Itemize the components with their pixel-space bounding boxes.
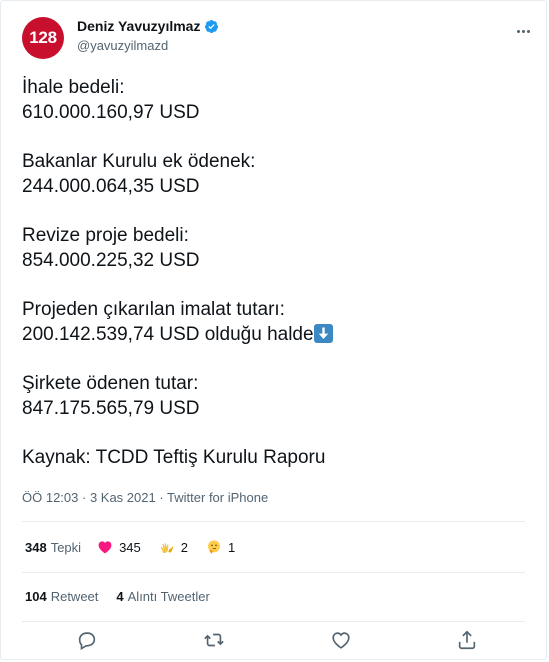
tweet-paragraph: Projeden çıkarılan imalat tutarı: 200.14…: [22, 298, 522, 347]
tweet-line: 200.142.539,74 USD olduğu halde: [22, 323, 314, 345]
action-bar: [1, 629, 549, 653]
avatar-text: 128: [29, 28, 57, 47]
dot: [516, 29, 520, 33]
retweet-label[interactable]: Retweet: [51, 589, 99, 604]
tweet-meta: ÖÖ 12:03 · 3 Kas 2021 · Twitter for iPho…: [22, 490, 268, 505]
author-name[interactable]: Deniz Yavuzyılmaz: [77, 18, 200, 34]
dot: [521, 29, 525, 33]
separator-dot: ·: [78, 490, 90, 505]
thinking-count: 1: [228, 539, 236, 555]
reactions-row[interactable]: 348 Tepki 345 2 1: [25, 539, 253, 555]
tweet-paragraph: Şirkete ödenen tutar: 847.175.565,79 USD: [22, 373, 200, 419]
tweet-source[interactable]: Twitter for iPhone: [167, 490, 268, 505]
retweets-row: 104 Retweet 4 Alıntı Tweetler: [25, 589, 228, 604]
avatar[interactable]: 128: [22, 17, 64, 59]
tweet-card: 128 Deniz Yavuzyılmaz @yavuzyilmazd İhal…: [0, 0, 547, 660]
verified-badge-icon: [205, 19, 219, 33]
reply-icon[interactable]: [76, 629, 98, 651]
tweet-line: Projeden çıkarılan imalat tutarı:: [22, 299, 285, 320]
heart-reaction[interactable]: 345: [97, 539, 141, 555]
author-handle[interactable]: @yavuzyilmazd: [77, 38, 168, 53]
divider: [22, 572, 525, 573]
tweet-text: İhale bedeli: 610.000.160,97 USD Bakanla…: [22, 76, 522, 496]
thinking-reaction[interactable]: 1: [206, 539, 235, 555]
retweet-count[interactable]: 104: [25, 589, 47, 604]
tweet-date[interactable]: 3 Kas 2021: [90, 490, 156, 505]
reaction-total-count: 348: [25, 539, 47, 555]
quote-count[interactable]: 4: [116, 589, 123, 604]
tweet-time[interactable]: ÖÖ 12:03: [22, 490, 78, 505]
divider: [22, 521, 525, 522]
quote-label[interactable]: Alıntı Tweetler: [128, 589, 210, 604]
dot: [526, 29, 530, 33]
like-icon[interactable]: [330, 629, 352, 651]
clapping-hands-icon: [160, 543, 173, 553]
heart-count: 345: [119, 539, 141, 555]
reaction-total-label: Tepki: [50, 539, 82, 555]
clap-count: 2: [180, 539, 188, 555]
tweet-paragraph: Bakanlar Kurulu ek ödenek: 244.000.064,3…: [22, 151, 256, 197]
more-options-icon[interactable]: [513, 23, 533, 39]
retweet-icon[interactable]: [203, 629, 225, 651]
author-name-row[interactable]: Deniz Yavuzyılmaz: [77, 18, 219, 34]
clap-reaction[interactable]: 2: [159, 539, 188, 555]
share-icon[interactable]: [456, 629, 478, 651]
down-arrow-emoji-icon: [313, 323, 333, 343]
divider: [22, 621, 525, 622]
separator-dot: ·: [155, 490, 168, 505]
thinking-face-icon: [208, 540, 220, 554]
tweet-paragraph: Kaynak: TCDD Teftiş Kurulu Raporu: [22, 447, 326, 468]
tweet-paragraph: Revize proje bedeli: 854.000.225,32 USD: [22, 225, 200, 271]
heart-icon: [98, 541, 112, 554]
tweet-paragraph: İhale bedeli: 610.000.160,97 USD: [22, 77, 200, 123]
